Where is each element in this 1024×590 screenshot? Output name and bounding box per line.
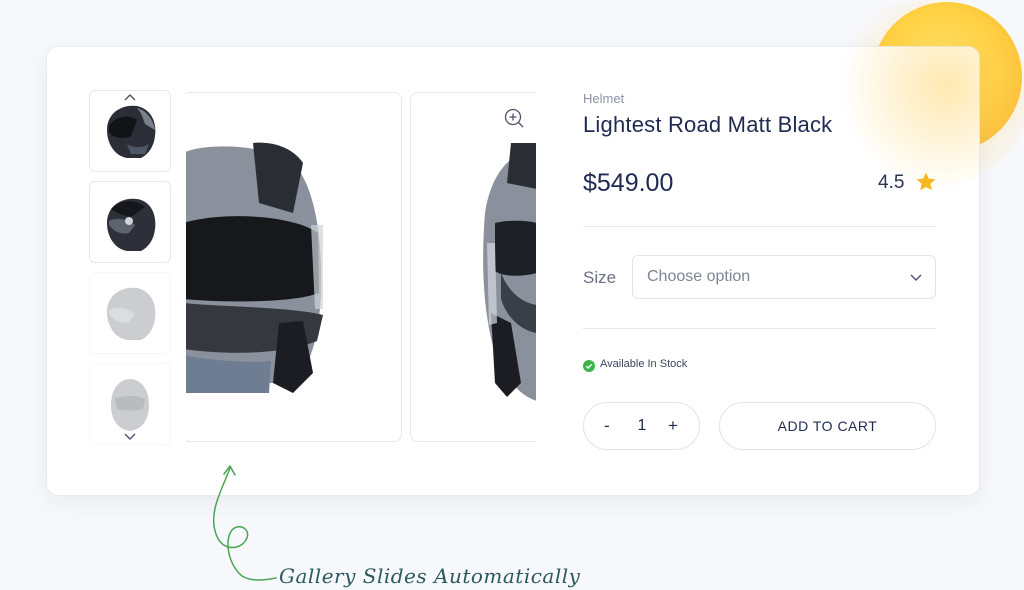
size-select-value: Choose option bbox=[647, 268, 751, 285]
quantity-decrement-button[interactable]: - bbox=[604, 416, 610, 436]
divider bbox=[583, 328, 936, 329]
thumbnail-list bbox=[89, 90, 173, 446]
helmet-image bbox=[483, 143, 536, 401]
helmet-icon bbox=[111, 379, 149, 431]
size-select[interactable]: Choose option bbox=[632, 255, 936, 299]
helmet-image bbox=[186, 142, 323, 393]
check-circle-icon bbox=[583, 359, 595, 372]
product-category: Helmet bbox=[583, 91, 625, 106]
chevron-down-icon[interactable] bbox=[123, 432, 137, 442]
gallery-slide bbox=[186, 92, 402, 442]
helmet-icon bbox=[107, 198, 156, 251]
curved-arrow-icon bbox=[212, 465, 277, 581]
thumbnail-item[interactable] bbox=[89, 181, 171, 263]
product-rating: 4.5 bbox=[878, 172, 905, 193]
gallery-slide bbox=[410, 92, 536, 442]
thumbnail-item[interactable] bbox=[89, 90, 171, 172]
stock-status: Available In Stock bbox=[600, 358, 688, 370]
helmet-icon bbox=[107, 287, 156, 340]
size-label: Size bbox=[583, 268, 617, 287]
product-title: Lightest Road Matt Black bbox=[583, 112, 833, 137]
quantity-stepper: - 1 + bbox=[583, 402, 700, 450]
chevron-up-icon[interactable] bbox=[123, 92, 137, 102]
image-gallery[interactable] bbox=[186, 90, 536, 446]
divider bbox=[583, 226, 936, 227]
chevron-down-icon bbox=[909, 270, 923, 284]
quantity-increment-button[interactable]: + bbox=[668, 416, 678, 436]
add-to-cart-button[interactable]: ADD TO CART bbox=[719, 402, 936, 450]
star-icon bbox=[915, 171, 937, 193]
thumbnail-item[interactable] bbox=[89, 272, 171, 354]
gallery-caption: Gallery Slides Automatically bbox=[279, 564, 581, 588]
helmet-icon bbox=[107, 105, 156, 158]
product-price: $549.00 bbox=[583, 169, 674, 197]
quantity-value[interactable]: 1 bbox=[636, 417, 648, 435]
